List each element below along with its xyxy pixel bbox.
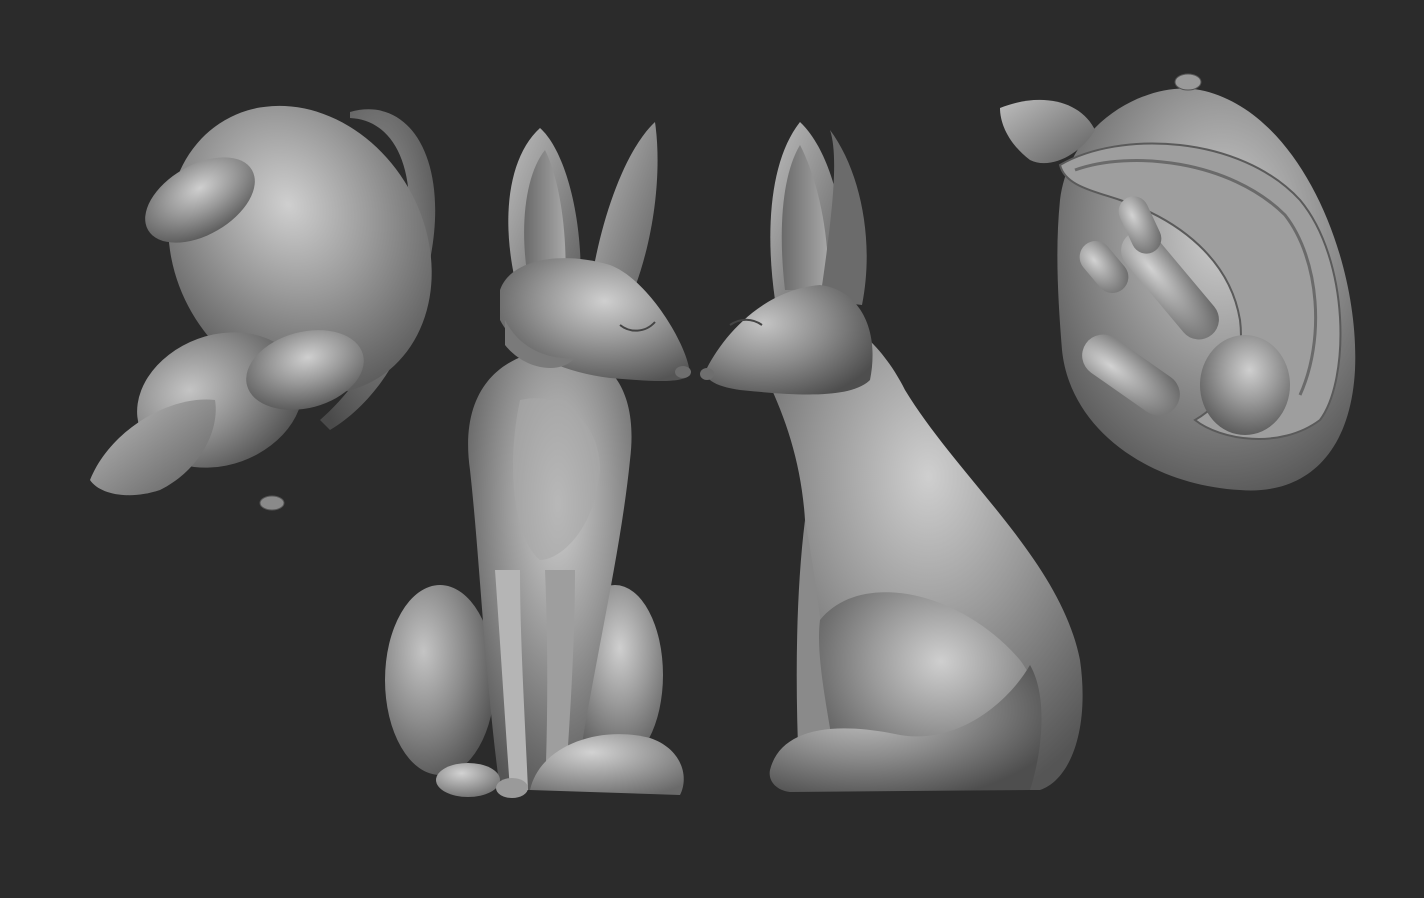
side-view-sculpt — [700, 122, 1083, 792]
render-canvas — [90, 73, 1356, 798]
bottom-view-sculpt — [1000, 73, 1356, 491]
top-view-sculpt — [90, 105, 436, 511]
sculpt-viewport — [0, 0, 1424, 898]
